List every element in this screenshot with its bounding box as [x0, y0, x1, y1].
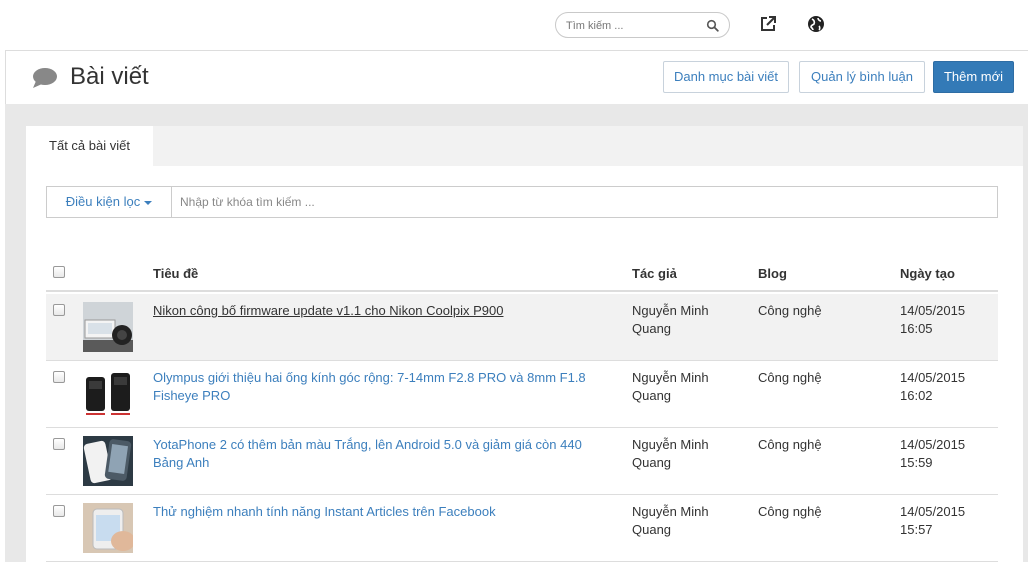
- post-blog: Công nghệ: [758, 504, 822, 519]
- post-thumbnail[interactable]: [83, 503, 133, 553]
- post-created: 14/05/2015 16:05: [900, 302, 990, 338]
- manage-comments-button[interactable]: Quản lý bình luận: [799, 61, 925, 93]
- post-author: Nguyễn Minh Quang: [632, 437, 709, 470]
- page-header: Bài viết Danh mục bài viết Quản lý bình …: [5, 50, 1028, 104]
- global-search-input[interactable]: [566, 17, 706, 34]
- row-checkbox[interactable]: [53, 304, 65, 316]
- top-bar: [0, 0, 1028, 50]
- select-all-checkbox[interactable]: [53, 266, 65, 278]
- comment-icon: [33, 68, 57, 88]
- post-time: 15:57: [900, 522, 933, 537]
- add-new-button[interactable]: Thêm mới: [933, 61, 1014, 93]
- post-title-link[interactable]: Thử nghiệm nhanh tính năng Instant Artic…: [153, 503, 603, 521]
- table-row[interactable]: Thử nghiệm nhanh tính năng Instant Artic…: [46, 495, 998, 562]
- page-title: Bài viết: [70, 63, 149, 90]
- globe-icon[interactable]: [806, 14, 826, 34]
- row-checkbox[interactable]: [53, 505, 65, 517]
- post-title-link[interactable]: Olympus giới thiệu hai ống kính góc rộng…: [153, 369, 603, 405]
- column-author[interactable]: Tác giả: [632, 266, 677, 281]
- global-search[interactable]: [555, 12, 730, 38]
- post-thumbnail[interactable]: [83, 436, 133, 486]
- post-title-link[interactable]: Nikon công bố firmware update v1.1 cho N…: [153, 302, 603, 320]
- filter-conditions-button[interactable]: Điều kiện lọc: [47, 187, 172, 217]
- column-created[interactable]: Ngày tạo: [900, 266, 955, 281]
- post-thumbnail[interactable]: [83, 302, 133, 352]
- post-time: 16:02: [900, 388, 933, 403]
- post-author: Nguyễn Minh Quang: [632, 370, 709, 403]
- keyword-search-input[interactable]: [180, 193, 980, 211]
- post-created: 14/05/2015 15:59: [900, 436, 990, 472]
- table-row[interactable]: Olympus giới thiệu hai ống kính góc rộng…: [46, 361, 998, 428]
- filter-conditions-label: Điều kiện lọc: [65, 194, 141, 209]
- post-author: Nguyễn Minh Quang: [632, 504, 709, 537]
- row-checkbox[interactable]: [53, 371, 65, 383]
- post-time: 16:05: [900, 321, 933, 336]
- post-title-link[interactable]: YotaPhone 2 có thêm bản màu Trắng, lên A…: [153, 436, 603, 472]
- post-date: 14/05/2015: [900, 437, 966, 452]
- post-time: 15:59: [900, 455, 933, 470]
- table-row[interactable]: YotaPhone 2 có thêm bản màu Trắng, lên A…: [46, 428, 998, 495]
- column-blog[interactable]: Blog: [758, 266, 787, 281]
- post-created: 14/05/2015 15:57: [900, 503, 990, 539]
- post-date: 14/05/2015: [900, 303, 966, 318]
- post-blog: Công nghệ: [758, 370, 822, 385]
- categories-button[interactable]: Danh mục bài viết: [663, 61, 789, 93]
- post-date: 14/05/2015: [900, 504, 966, 519]
- external-link-icon[interactable]: [758, 14, 778, 34]
- post-date: 14/05/2015: [900, 370, 966, 385]
- tab-all-posts[interactable]: Tất cả bài viết: [26, 126, 153, 166]
- filter-bar: Điều kiện lọc: [46, 186, 998, 218]
- post-created: 14/05/2015 16:02: [900, 369, 990, 405]
- row-checkbox[interactable]: [53, 438, 65, 450]
- post-blog: Công nghệ: [758, 437, 822, 452]
- table-header: Tiêu đề Tác giả Blog Ngày tạo: [46, 256, 998, 292]
- caret-down-icon: [144, 200, 153, 205]
- column-title[interactable]: Tiêu đề: [153, 266, 198, 281]
- content-area: Tất cả bài viết Điều kiện lọc Tiêu đề Tá…: [5, 104, 1028, 562]
- post-author: Nguyễn Minh Quang: [632, 303, 709, 336]
- search-icon[interactable]: [706, 19, 719, 32]
- tab-bar: Tất cả bài viết: [26, 126, 1023, 166]
- posts-panel: Tất cả bài viết Điều kiện lọc Tiêu đề Tá…: [26, 126, 1023, 562]
- table-row[interactable]: Nikon công bố firmware update v1.1 cho N…: [46, 294, 998, 361]
- post-blog: Công nghệ: [758, 303, 822, 318]
- post-thumbnail[interactable]: [83, 369, 133, 419]
